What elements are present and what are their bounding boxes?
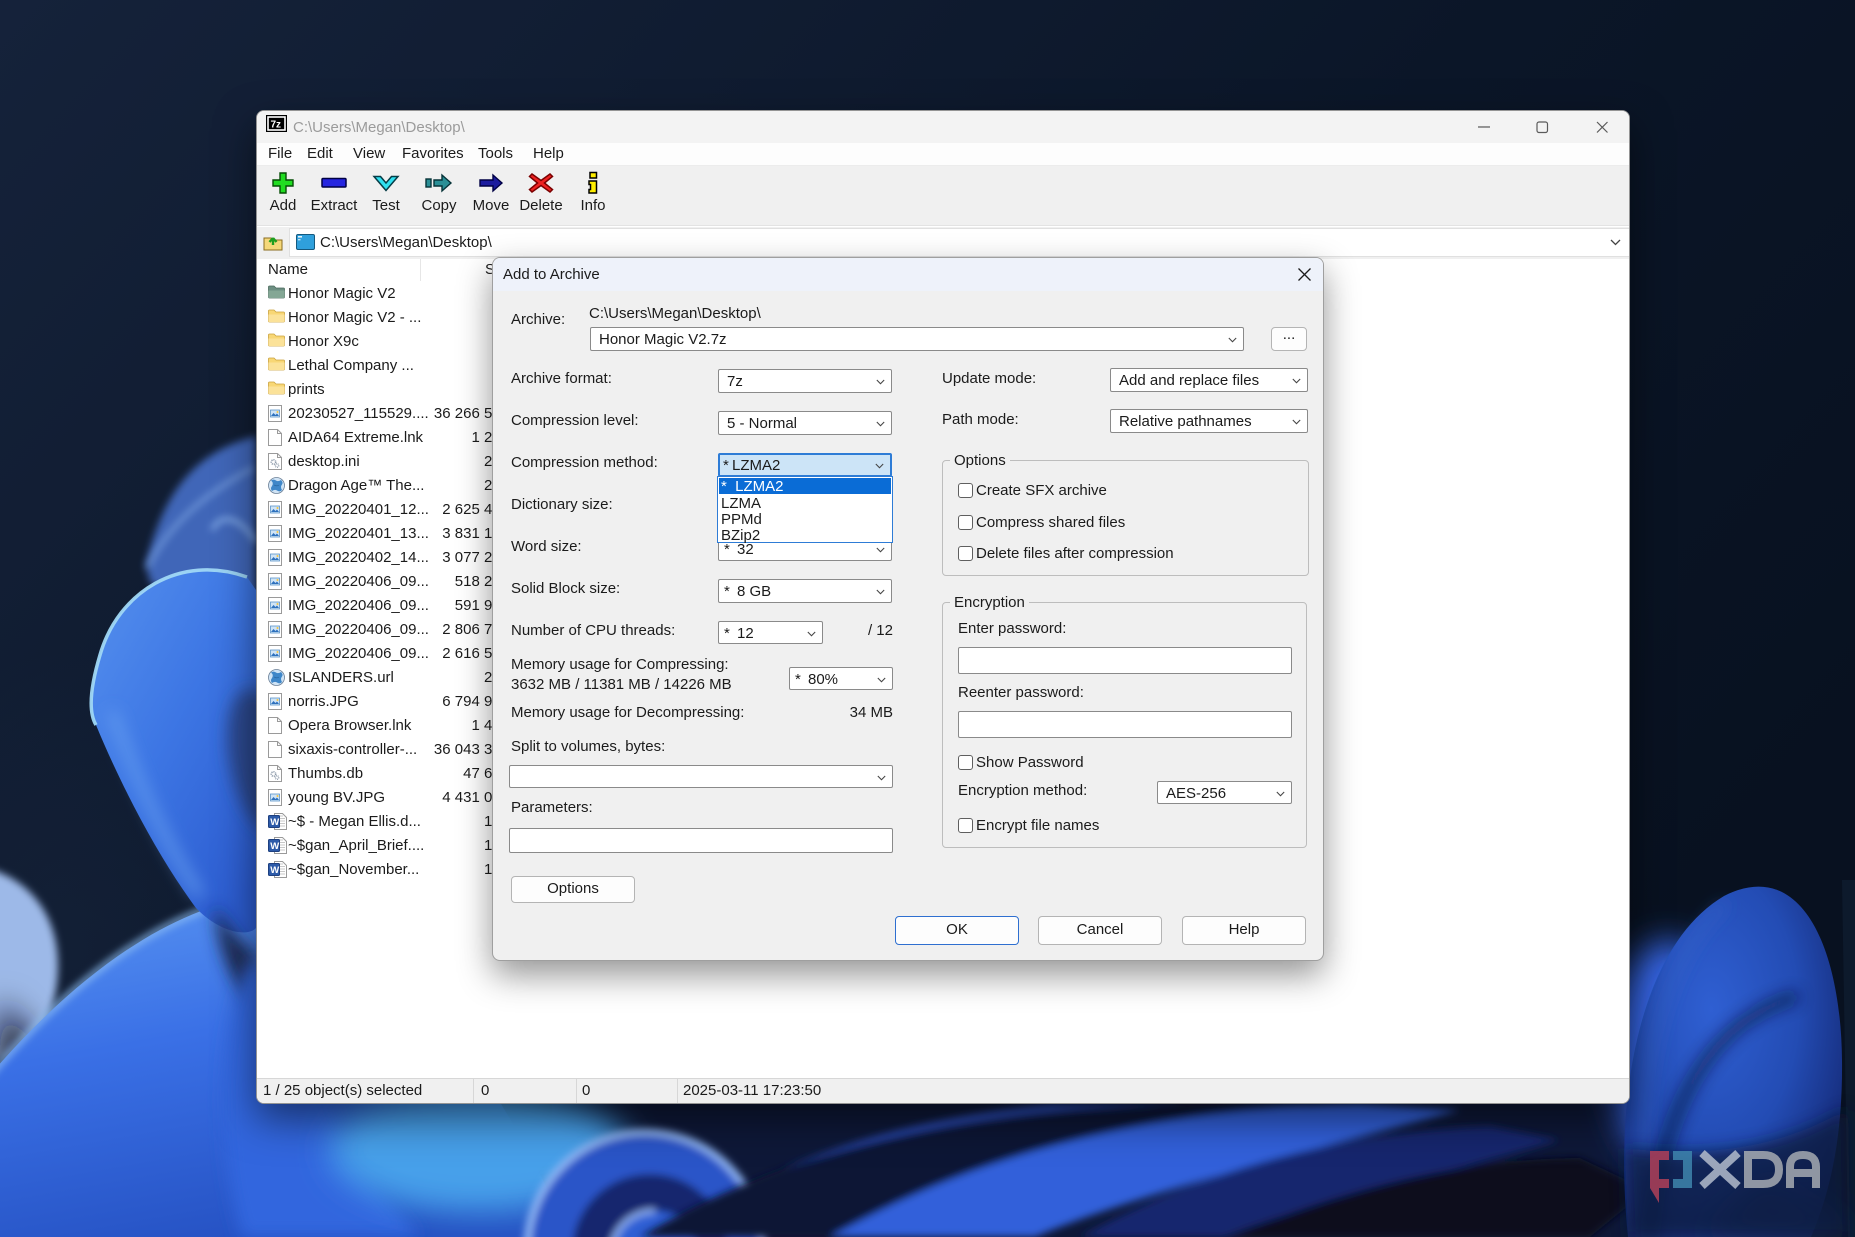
svg-text:W: W <box>270 865 279 876</box>
svg-text:W: W <box>270 841 279 852</box>
svg-text:W: W <box>270 817 279 828</box>
svg-text:7z: 7z <box>271 120 282 131</box>
